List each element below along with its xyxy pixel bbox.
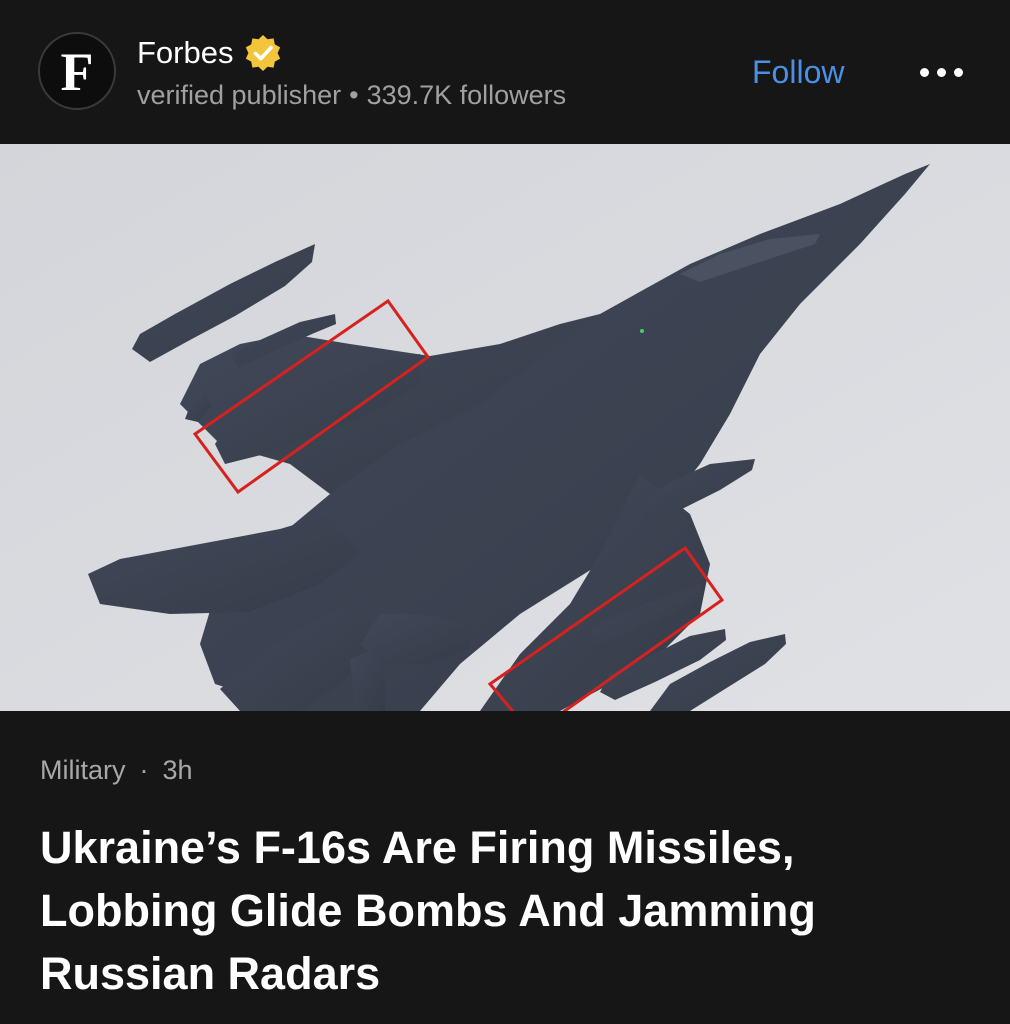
- meta-separator: •: [349, 80, 359, 110]
- verified-badge-icon: [246, 35, 281, 71]
- publisher-name-row[interactable]: Forbes: [137, 32, 283, 74]
- publisher-type: verified publisher: [137, 80, 342, 110]
- article-headline[interactable]: Ukraine’s F-16s Are Firing Missiles, Lob…: [40, 816, 970, 1005]
- publisher-header: F Forbes verified publisher • 339.7K follo…: [0, 0, 1010, 144]
- article-meta: Military · 3h: [40, 755, 193, 786]
- more-dot-3: [953, 67, 963, 77]
- publisher-name[interactable]: Forbes: [137, 35, 233, 71]
- more-dot-2: [936, 67, 946, 77]
- article-category[interactable]: Military: [40, 755, 126, 785]
- fighter-jet-photo: [0, 144, 1010, 711]
- more-options-button[interactable]: [906, 56, 976, 88]
- follow-button[interactable]: Follow: [740, 50, 856, 94]
- publisher-avatar[interactable]: F: [38, 32, 116, 110]
- more-dots-icon: [919, 67, 929, 77]
- publisher-meta: verified publisher • 339.7K followers: [137, 80, 566, 111]
- nav-light: [640, 329, 644, 333]
- article-age: 3h: [162, 755, 193, 785]
- article-hero-image[interactable]: [0, 144, 1010, 711]
- meta-dot-separator: ·: [139, 755, 149, 785]
- publisher-logo-letter: F: [60, 42, 94, 102]
- follower-count: 339.7K followers: [366, 80, 567, 110]
